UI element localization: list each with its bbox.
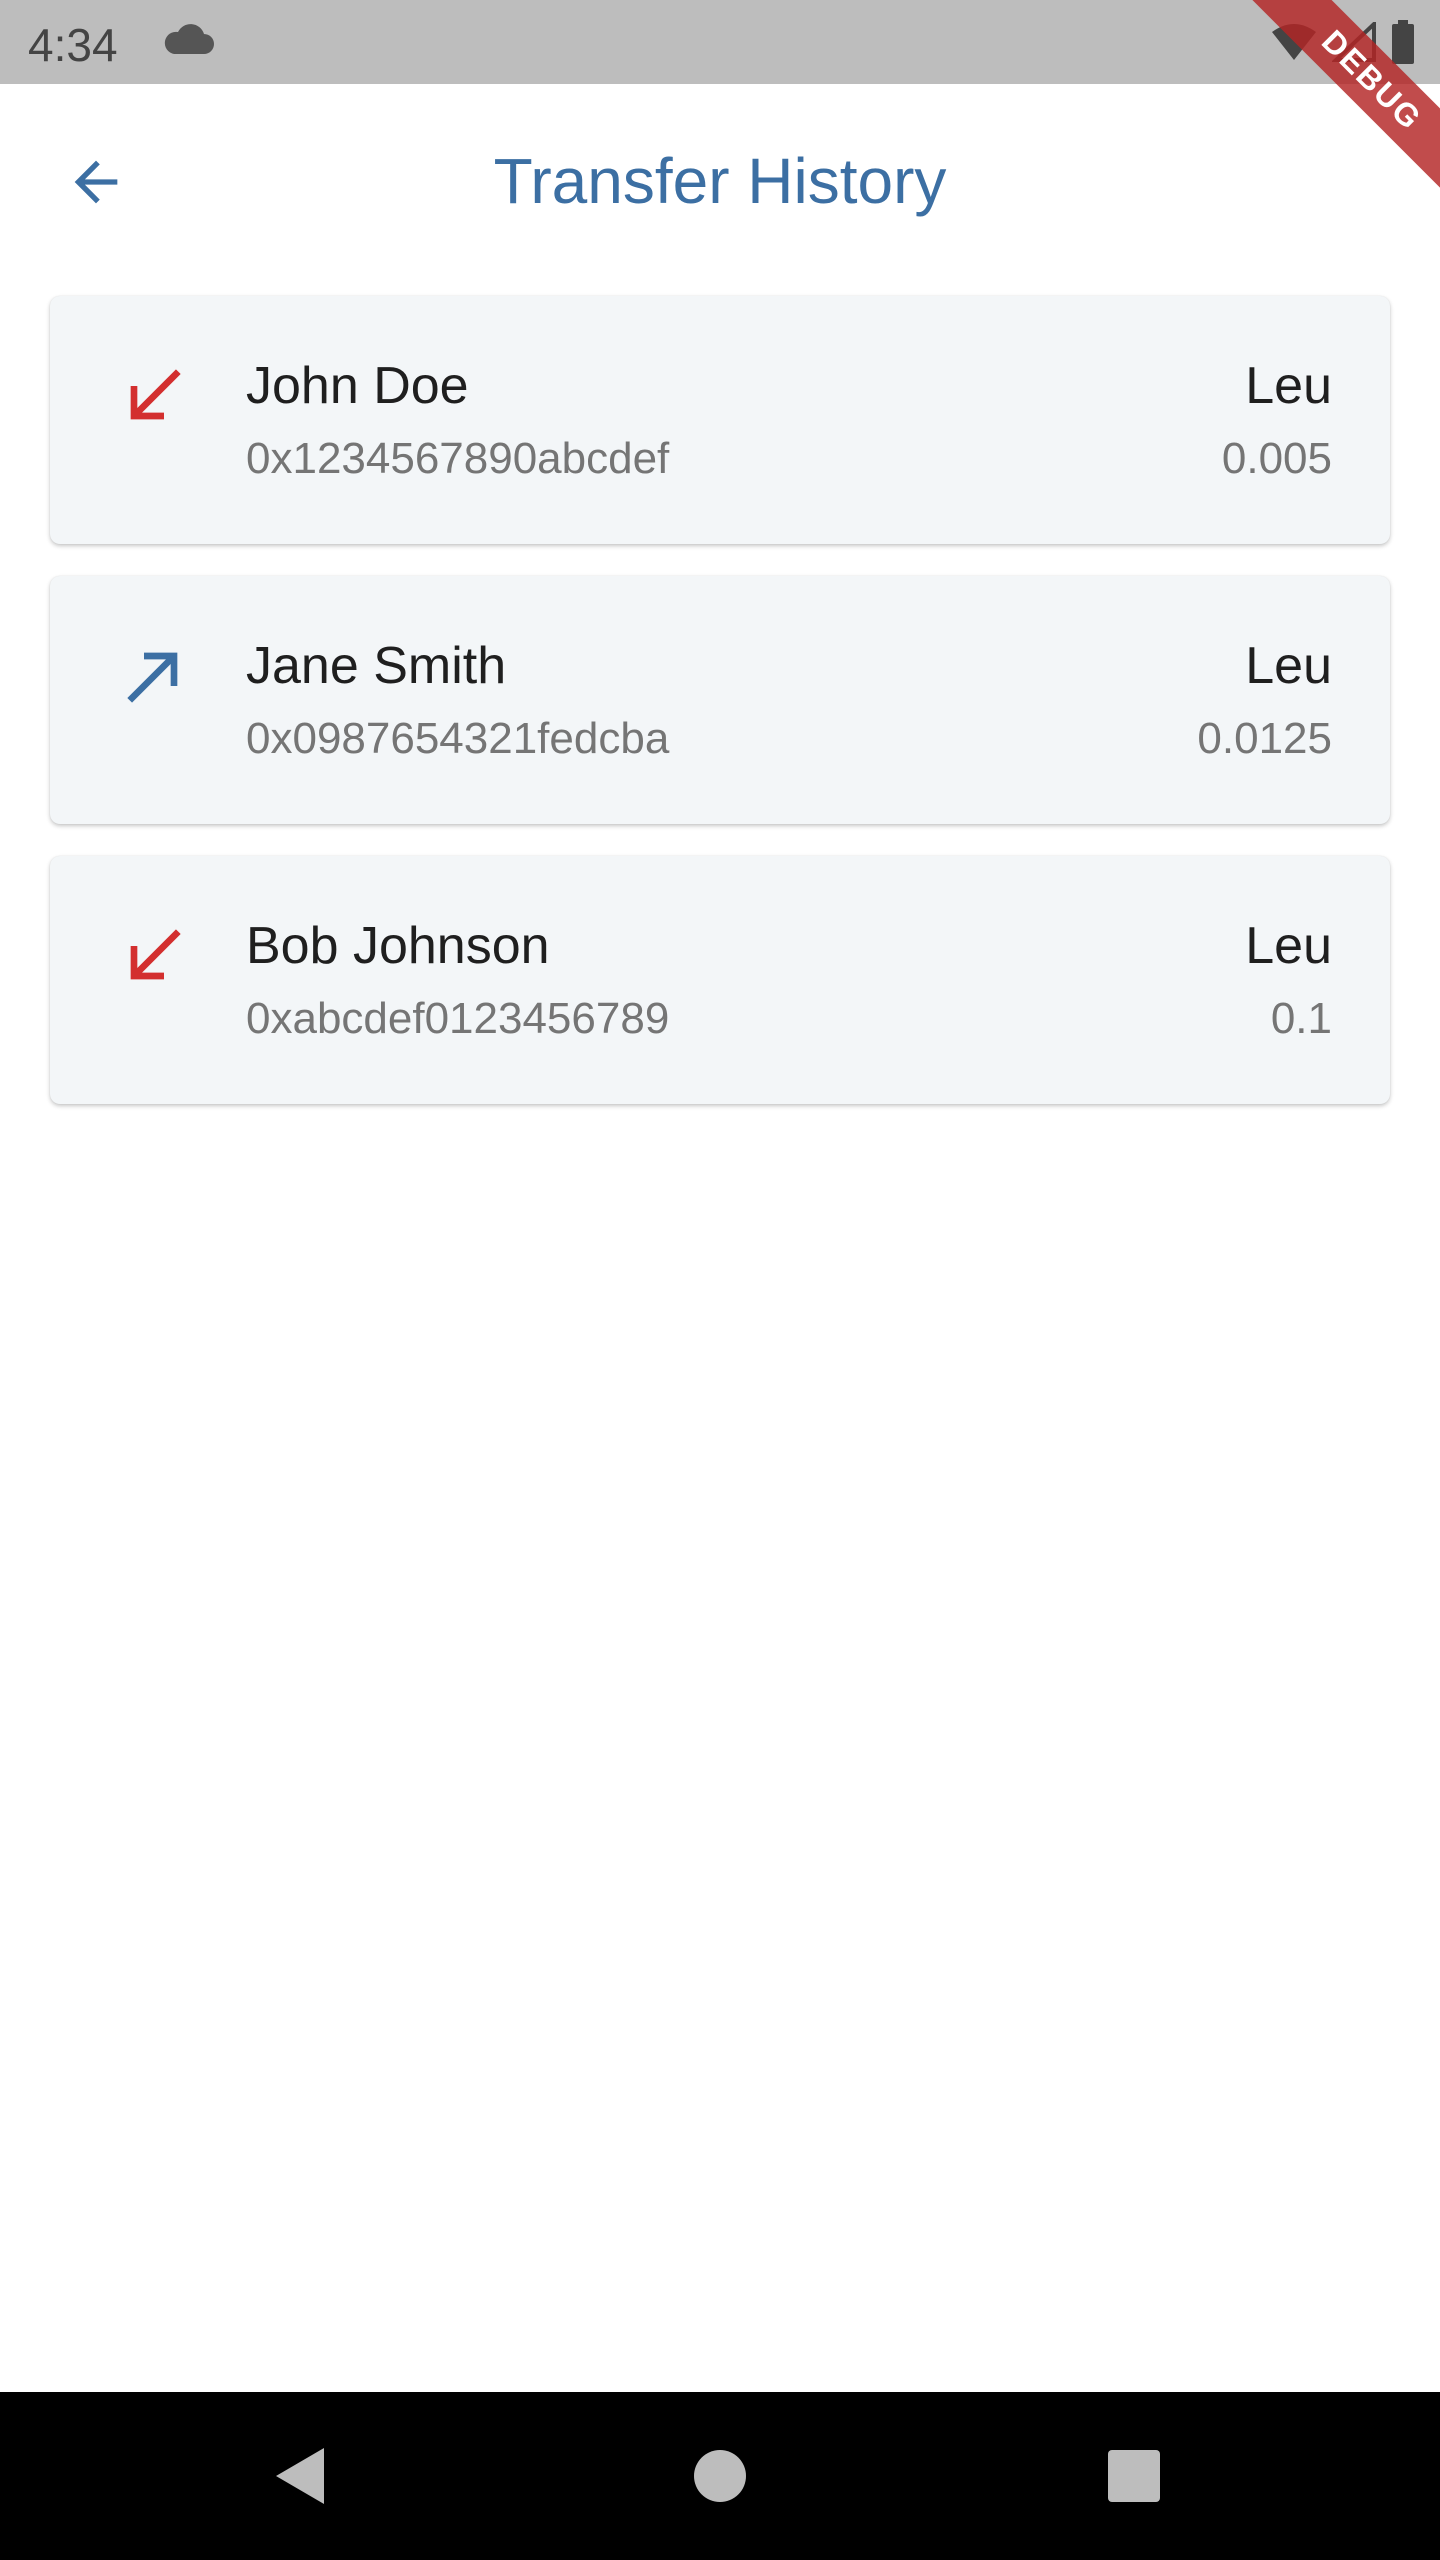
recents-square-icon [1108, 2450, 1160, 2502]
transfer-name: Bob Johnson [246, 917, 550, 975]
back-triangle-icon [276, 2448, 324, 2504]
cloud-icon [164, 24, 214, 54]
transfer-card[interactable]: Jane Smith 0x0987654321fedcba Leu 0.0125 [50, 576, 1390, 824]
transfer-card[interactable]: Bob Johnson 0xabcdef0123456789 Leu 0.1 [50, 856, 1390, 1104]
status-time: 4:34 [28, 19, 118, 71]
transfer-amount: 0.1 [1270, 994, 1332, 1043]
transfer-name: Jane Smith [246, 637, 507, 695]
debug-banner: DEBUG [1246, 0, 1440, 206]
transfer-address: 0xabcdef0123456789 [246, 994, 670, 1043]
nav-home-button[interactable] [680, 2436, 760, 2516]
system-navigation-bar [0, 2392, 1440, 2560]
transfer-list: John Doe 0x1234567890abcdef Leu 0.005 Ja… [50, 296, 1390, 1136]
arrow-down-left-icon [130, 929, 181, 980]
transfer-currency: Leu [1245, 637, 1332, 695]
arrow-down-left-icon [130, 369, 181, 420]
transfer-amount: 0.005 [1221, 434, 1332, 483]
nav-recents-button[interactable] [1094, 2436, 1174, 2516]
transfer-currency: Leu [1245, 917, 1332, 975]
transfer-address: 0x1234567890abcdef [246, 434, 670, 483]
transfer-amount: 0.0125 [1197, 714, 1332, 763]
home-circle-icon [694, 2450, 746, 2502]
transfer-card[interactable]: John Doe 0x1234567890abcdef Leu 0.005 [50, 296, 1390, 544]
nav-back-button[interactable] [260, 2436, 340, 2516]
transfer-currency: Leu [1245, 357, 1332, 415]
transfer-name: John Doe [246, 357, 469, 415]
arrow-up-right-icon [127, 652, 178, 703]
debug-banner-wrapper: DEBUG [1220, 0, 1440, 220]
transfer-address: 0x0987654321fedcba [246, 714, 670, 763]
